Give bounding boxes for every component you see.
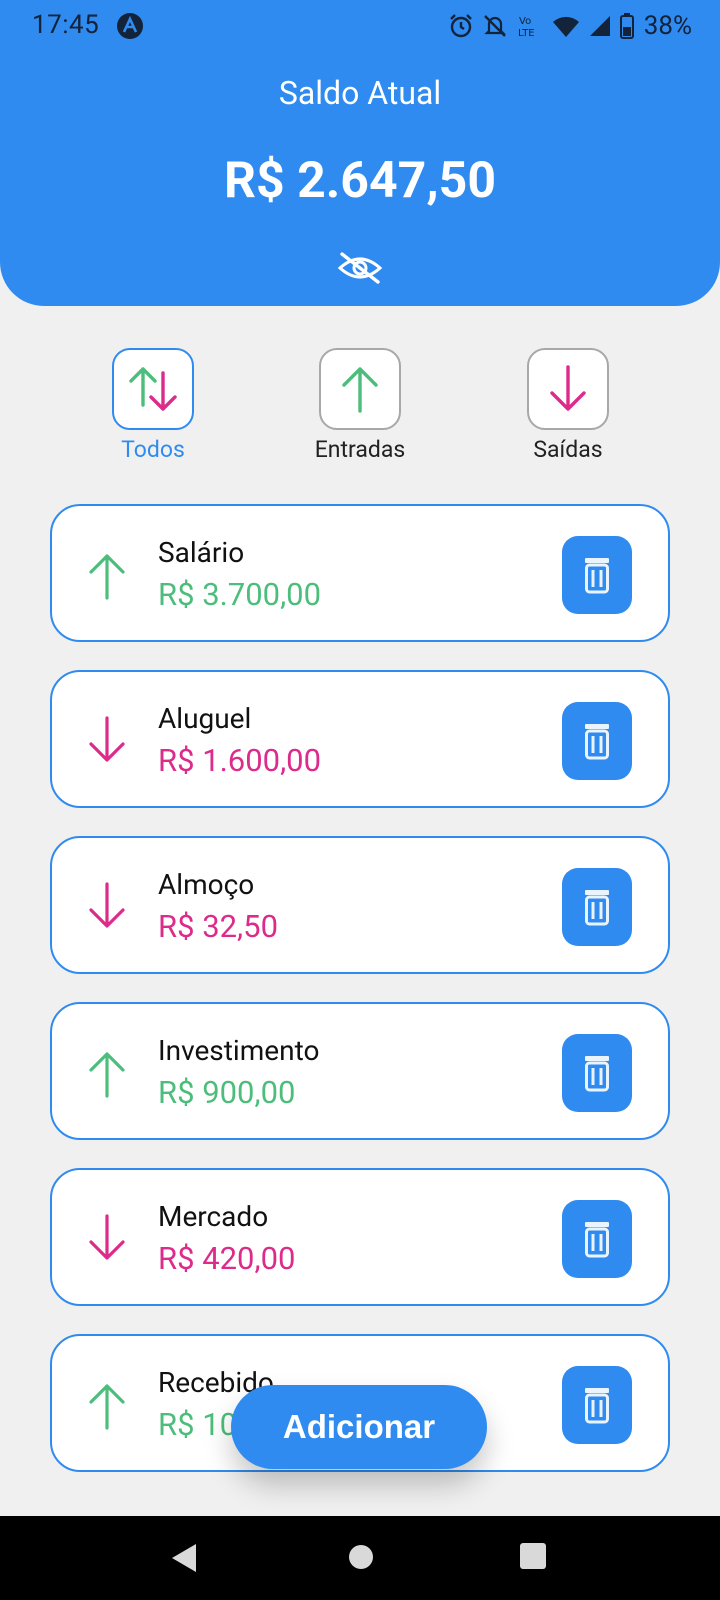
arrow-down-icon bbox=[89, 716, 125, 762]
volte-icon: Vo LTE bbox=[518, 16, 535, 39]
delete-button[interactable] bbox=[562, 868, 632, 946]
delete-button[interactable] bbox=[562, 1366, 632, 1444]
status-bar: 17:45 Vo LTE 38% bbox=[0, 0, 720, 52]
arrow-up-icon bbox=[342, 367, 378, 413]
delete-button[interactable] bbox=[562, 1200, 632, 1278]
transaction-amount: R$ 10 bbox=[158, 1406, 238, 1443]
filter-tabs: Todos Entradas Saídas bbox=[0, 348, 720, 478]
transaction-card[interactable]: Almoço R$ 32,50 bbox=[50, 836, 670, 974]
transaction-amount: R$ 420,00 bbox=[158, 1240, 296, 1277]
delete-button[interactable] bbox=[562, 1034, 632, 1112]
arrow-down-icon bbox=[550, 365, 586, 411]
arrow-up-icon bbox=[89, 554, 125, 600]
transaction-name: Mercado bbox=[158, 1200, 269, 1233]
trash-icon bbox=[585, 1222, 609, 1258]
up-down-arrows-icon bbox=[129, 367, 177, 411]
filter-saidas-label: Saídas bbox=[533, 436, 603, 463]
delete-button[interactable] bbox=[562, 536, 632, 614]
filter-saidas[interactable]: Saídas bbox=[503, 348, 633, 463]
arrow-up-icon bbox=[89, 1052, 125, 1098]
filter-entradas-box[interactable] bbox=[319, 348, 401, 430]
trash-icon bbox=[585, 558, 609, 594]
arrow-up-icon bbox=[89, 1384, 125, 1430]
svg-text:Vo: Vo bbox=[519, 16, 531, 27]
trash-icon bbox=[585, 1056, 609, 1092]
signal-icon bbox=[589, 16, 610, 36]
status-time: 17:45 bbox=[32, 10, 100, 40]
trash-icon bbox=[585, 724, 609, 760]
filter-entradas-label: Entradas bbox=[314, 436, 406, 463]
transaction-name: Investimento bbox=[158, 1034, 320, 1067]
delete-button[interactable] bbox=[562, 702, 632, 780]
arrow-down-icon bbox=[89, 1214, 125, 1260]
transaction-card[interactable]: Investimento R$ 900,00 bbox=[50, 1002, 670, 1140]
system-nav-bar bbox=[0, 1516, 720, 1600]
wifi-icon bbox=[552, 16, 579, 37]
transaction-name: Salário bbox=[158, 536, 245, 569]
trash-icon bbox=[585, 1388, 609, 1424]
transaction-amount: R$ 3.700,00 bbox=[158, 576, 322, 613]
mute-icon bbox=[483, 15, 506, 37]
transaction-name: Almoço bbox=[158, 868, 255, 901]
home-icon[interactable] bbox=[346, 1542, 376, 1572]
transaction-name: Aluguel bbox=[158, 702, 252, 735]
transaction-card[interactable]: Aluguel R$ 1.600,00 bbox=[50, 670, 670, 808]
balance-title: Saldo Atual bbox=[278, 74, 442, 112]
back-icon[interactable] bbox=[170, 1542, 198, 1574]
filter-todos-label: Todos bbox=[121, 436, 185, 463]
balance-value: R$ 2.647,50 bbox=[223, 152, 497, 210]
transaction-amount: R$ 1.600,00 bbox=[158, 742, 322, 779]
battery-icon bbox=[619, 13, 634, 39]
transaction-amount: R$ 32,50 bbox=[158, 908, 279, 945]
svg-text:LTE: LTE bbox=[518, 28, 535, 39]
transaction-card[interactable]: Salário R$ 3.700,00 bbox=[50, 504, 670, 642]
balance-header: 17:45 Vo LTE 38% Saldo Atual R$ 2.647,50 bbox=[0, 0, 720, 306]
filter-saidas-box[interactable] bbox=[527, 348, 609, 430]
arrow-down-icon bbox=[89, 882, 125, 928]
add-button[interactable]: Adicionar bbox=[231, 1385, 487, 1469]
alarm-icon bbox=[449, 14, 472, 38]
transaction-amount: R$ 900,00 bbox=[158, 1074, 296, 1111]
eye-off-icon[interactable] bbox=[336, 248, 384, 288]
status-icons: Vo LTE 38% bbox=[448, 10, 692, 42]
recents-icon[interactable] bbox=[519, 1542, 547, 1570]
transaction-card[interactable]: Mercado R$ 420,00 bbox=[50, 1168, 670, 1306]
battery-percent: 38% bbox=[643, 11, 692, 41]
app-a-icon bbox=[117, 13, 143, 39]
filter-entradas[interactable]: Entradas bbox=[295, 348, 425, 463]
filter-todos[interactable]: Todos bbox=[88, 348, 218, 463]
filter-todos-box[interactable] bbox=[112, 348, 194, 430]
trash-icon bbox=[585, 890, 609, 926]
